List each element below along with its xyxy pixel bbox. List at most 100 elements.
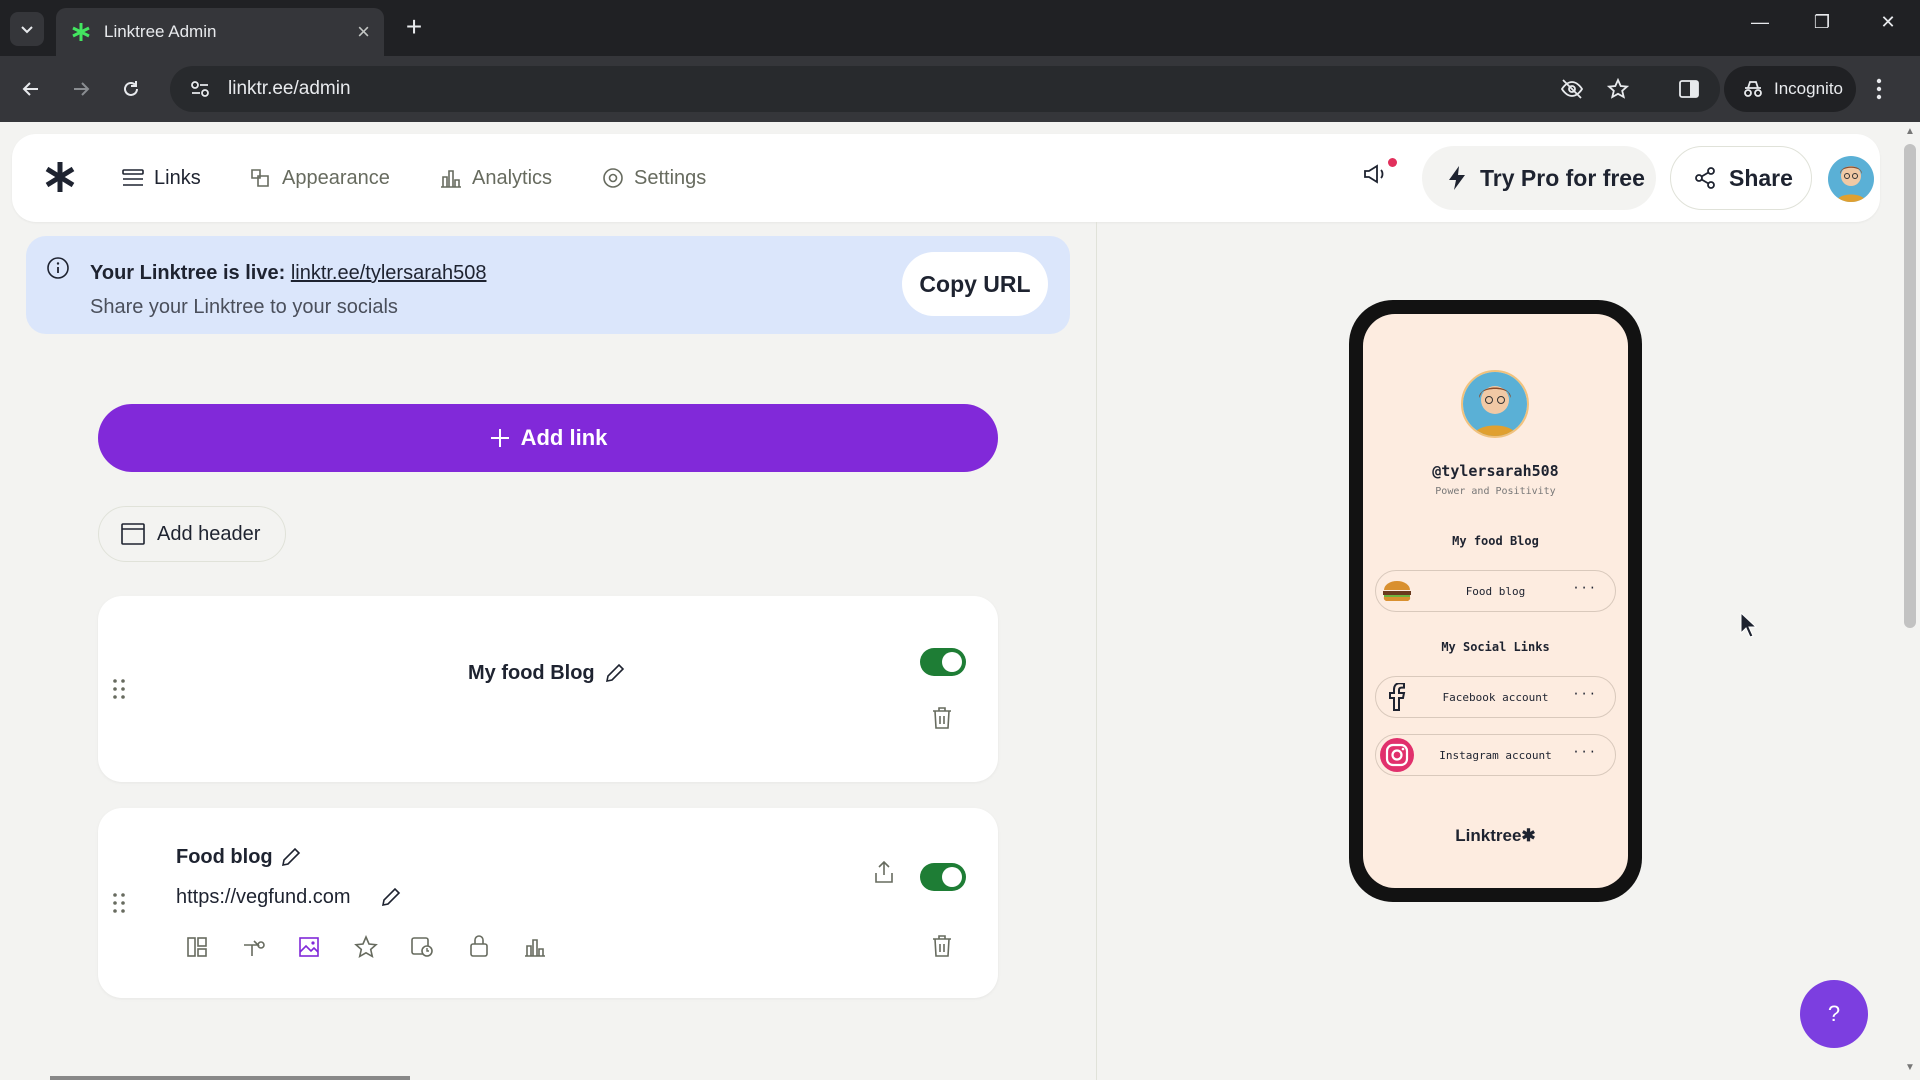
live-url-link[interactable]: linktr.ee/tylersarah508 bbox=[291, 262, 487, 284]
header-visibility-toggle[interactable] bbox=[920, 648, 966, 676]
preview-screen: @tylersarah508 Power and Positivity My f… bbox=[1363, 314, 1628, 888]
burger-thumbnail-icon bbox=[1380, 574, 1414, 608]
preview-bio: Power and Positivity bbox=[1435, 486, 1556, 497]
chevron-down-icon bbox=[21, 26, 33, 34]
linktree-favicon-icon bbox=[72, 23, 90, 41]
new-tab-button[interactable]: + bbox=[396, 10, 432, 46]
edit-pencil-icon[interactable] bbox=[604, 662, 626, 689]
header-title[interactable]: My food Blog bbox=[468, 662, 595, 685]
nav-appearance[interactable]: Appearance bbox=[248, 134, 390, 222]
browser-menu-icon[interactable] bbox=[1876, 78, 1882, 105]
header-icon bbox=[121, 523, 145, 545]
link-url[interactable]: https://vegfund.com bbox=[176, 886, 351, 909]
linktree-footer-logo[interactable]: Linktree✱ bbox=[1363, 826, 1628, 846]
site-settings-icon[interactable] bbox=[190, 80, 210, 98]
more-icon[interactable]: ··· bbox=[1572, 745, 1597, 759]
drag-handle-icon[interactable] bbox=[112, 678, 126, 705]
header-card: My food Blog bbox=[98, 596, 998, 782]
phone-preview: @tylersarah508 Power and Positivity My f… bbox=[1349, 300, 1642, 902]
side-panel-icon[interactable] bbox=[1678, 78, 1700, 105]
add-header-button[interactable]: Add header bbox=[98, 506, 286, 562]
schedule-icon[interactable] bbox=[410, 936, 434, 963]
incognito-badge[interactable]: Incognito bbox=[1724, 66, 1856, 112]
nav-analytics[interactable]: Analytics bbox=[440, 134, 552, 222]
eye-off-icon[interactable] bbox=[1560, 78, 1584, 105]
preview-section-header: My Social Links bbox=[1441, 640, 1550, 654]
panel-divider bbox=[1096, 222, 1097, 1080]
toggle-knob bbox=[942, 652, 962, 672]
share-button[interactable]: Share bbox=[1670, 146, 1812, 210]
close-window-icon[interactable]: ✕ bbox=[1868, 12, 1908, 33]
plus-icon bbox=[490, 429, 509, 447]
instagram-icon bbox=[1380, 738, 1414, 772]
forward-icon[interactable] bbox=[64, 72, 98, 106]
browser-tab[interactable]: Linktree Admin × bbox=[56, 8, 384, 56]
share-link-icon[interactable] bbox=[872, 860, 896, 889]
horizontal-scroll-indicator bbox=[50, 1076, 410, 1080]
edit-title-pencil-icon[interactable] bbox=[280, 846, 302, 873]
try-pro-button[interactable]: Try Pro for free bbox=[1422, 146, 1656, 210]
thumbnail-image-icon[interactable] bbox=[298, 936, 320, 963]
settings-gear-icon bbox=[603, 168, 623, 188]
nav-links[interactable]: Links bbox=[122, 134, 201, 222]
lock-icon[interactable] bbox=[468, 934, 490, 963]
more-icon[interactable]: ··· bbox=[1572, 581, 1597, 595]
delete-trash-icon[interactable] bbox=[931, 934, 953, 963]
edit-url-pencil-icon[interactable] bbox=[380, 886, 402, 913]
more-icon[interactable]: ··· bbox=[1572, 687, 1597, 701]
live-status-text: Your Linktree is live: linktr.ee/tylersa… bbox=[90, 262, 487, 284]
preview-link-button[interactable]: Instagram account ··· bbox=[1375, 734, 1616, 776]
browser-tab-bar: Linktree Admin × + — ❐ ✕ bbox=[0, 0, 1920, 56]
live-banner: Your Linktree is live: linktr.ee/tylersa… bbox=[26, 236, 1070, 334]
reload-icon[interactable] bbox=[114, 72, 148, 106]
tab-title: Linktree Admin bbox=[104, 22, 217, 41]
appearance-icon bbox=[251, 169, 269, 187]
linktree-admin-app: Links Appearance Analytics Settings Try … bbox=[0, 122, 1920, 1080]
back-icon[interactable] bbox=[14, 72, 48, 106]
incognito-label: Incognito bbox=[1774, 79, 1843, 98]
analytics-icon bbox=[441, 170, 461, 188]
share-subtext: Share your Linktree to your socials bbox=[90, 296, 398, 318]
restore-icon[interactable]: ❐ bbox=[1802, 12, 1842, 33]
mouse-cursor-icon bbox=[1740, 611, 1758, 643]
preview-link-button[interactable]: Food blog ··· bbox=[1375, 570, 1616, 612]
link-visibility-toggle[interactable] bbox=[920, 863, 966, 891]
scroll-down-icon[interactable]: ▼ bbox=[1905, 1062, 1915, 1073]
tab-search-button[interactable] bbox=[10, 12, 44, 46]
toggle-knob bbox=[942, 867, 962, 887]
link-analytics-icon[interactable] bbox=[524, 936, 546, 963]
user-avatar[interactable] bbox=[1828, 156, 1874, 202]
linktree-logo-icon[interactable] bbox=[44, 160, 76, 199]
page-scrollbar[interactable]: ▲ ▼ bbox=[1900, 122, 1920, 1080]
bookmark-star-icon[interactable] bbox=[1606, 77, 1630, 105]
link-title[interactable]: Food blog bbox=[176, 846, 273, 869]
minimize-icon[interactable]: — bbox=[1740, 12, 1780, 33]
delete-trash-icon[interactable] bbox=[931, 706, 953, 735]
lightning-icon bbox=[1449, 166, 1465, 190]
copy-url-button[interactable]: Copy URL bbox=[902, 252, 1048, 316]
scroll-up-icon[interactable]: ▲ bbox=[1905, 126, 1915, 137]
layout-icon[interactable] bbox=[186, 936, 208, 963]
link-card: Food blog https://vegfund.com bbox=[98, 808, 998, 998]
help-button[interactable]: ? bbox=[1800, 980, 1868, 1048]
facebook-icon bbox=[1380, 680, 1414, 714]
priority-star-icon[interactable] bbox=[354, 934, 378, 964]
incognito-icon bbox=[1744, 81, 1762, 97]
megaphone-icon[interactable] bbox=[1362, 161, 1388, 192]
preview-section-header: My food Blog bbox=[1452, 534, 1539, 548]
browser-toolbar: linktr.ee/admin Incognito bbox=[0, 56, 1920, 122]
nav-settings[interactable]: Settings bbox=[602, 134, 706, 222]
info-icon bbox=[46, 256, 70, 285]
preview-avatar bbox=[1461, 370, 1529, 438]
drag-handle-icon[interactable] bbox=[112, 892, 126, 919]
add-link-button[interactable]: Add link bbox=[98, 404, 998, 472]
share-icon bbox=[1695, 167, 1715, 189]
top-navigation: Links Appearance Analytics Settings Try … bbox=[12, 134, 1880, 222]
address-bar[interactable]: linktr.ee/admin bbox=[170, 66, 1720, 112]
url-text: linktr.ee/admin bbox=[228, 78, 351, 99]
close-tab-icon[interactable]: × bbox=[357, 21, 370, 43]
redirect-icon[interactable] bbox=[242, 936, 266, 963]
scrollbar-thumb[interactable] bbox=[1904, 144, 1916, 628]
preview-handle: @tylersarah508 bbox=[1432, 462, 1559, 480]
preview-link-button[interactable]: Facebook account ··· bbox=[1375, 676, 1616, 718]
